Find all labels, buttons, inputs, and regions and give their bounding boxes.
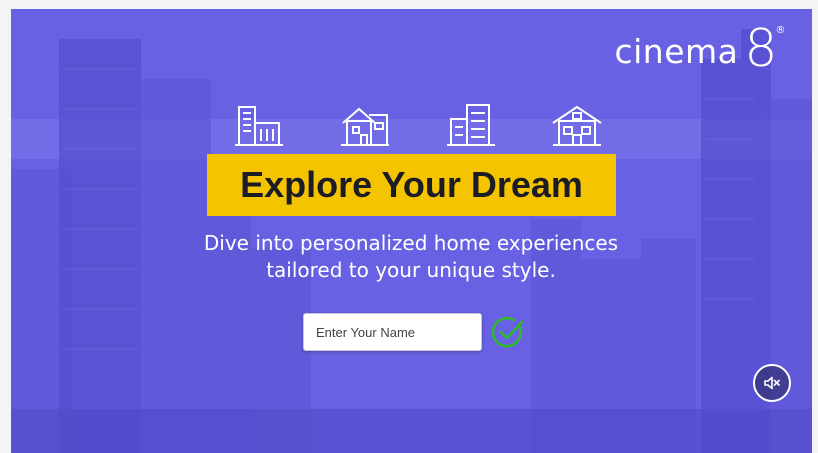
brand-name: cinema	[614, 32, 739, 71]
villa-icon	[552, 105, 602, 146]
registered-mark: ®	[775, 25, 786, 36]
brand-logo[interactable]: cinema 8 ®	[614, 19, 786, 79]
page-title: Explore Your Dream	[240, 164, 583, 205]
office-building-icon	[235, 106, 283, 146]
video-stage: cinema 8 ® Explore Your Dream Dive into …	[11, 9, 812, 453]
mute-button[interactable]	[753, 364, 791, 402]
subtitle-line-1: Dive into personalized home experiences	[203, 231, 619, 255]
check-circle-icon[interactable]	[491, 315, 525, 349]
brand-mark: 8	[744, 19, 778, 79]
subtitle-line-2: tailored to your unique style.	[266, 258, 556, 282]
subtitle: Dive into personalized home experiences …	[171, 230, 651, 284]
house-icon	[341, 107, 389, 146]
name-input[interactable]	[303, 313, 482, 351]
property-icons	[233, 101, 603, 149]
apartment-block-icon	[447, 104, 495, 146]
volume-mute-icon	[764, 376, 780, 390]
headline-banner: Explore Your Dream	[207, 154, 616, 216]
